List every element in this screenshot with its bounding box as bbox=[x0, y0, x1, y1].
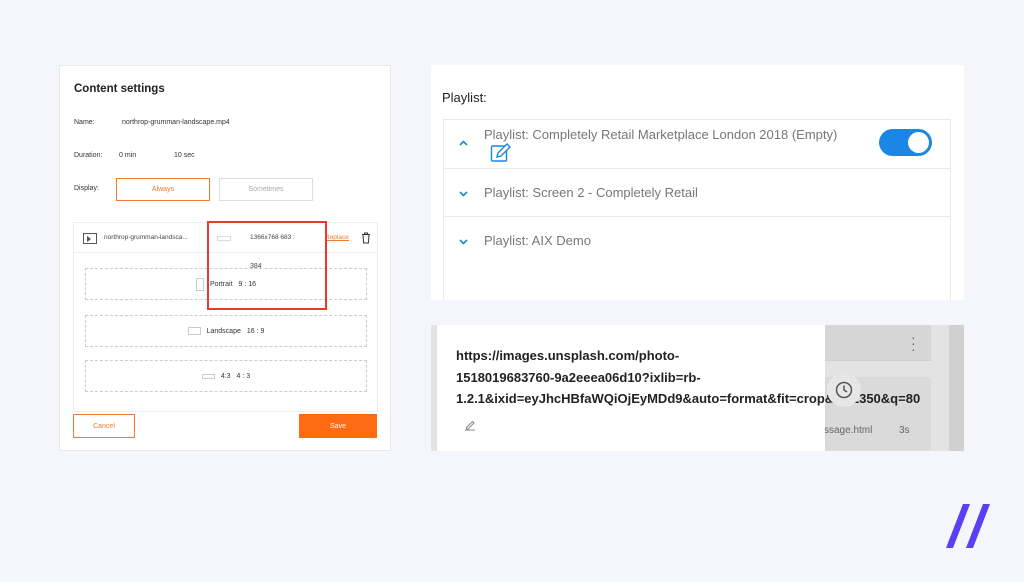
crop-option-name: 4:3 bbox=[220, 372, 231, 380]
crop-option-4-3[interactable]: 4:3 4 : 3 bbox=[85, 360, 367, 392]
playlist-panel: Playlist: Playlist: Completely Retail Ma… bbox=[431, 65, 964, 300]
replace-link[interactable]: Replace bbox=[325, 234, 349, 241]
playlist-item[interactable]: Playlist: AIX Demo bbox=[444, 217, 950, 301]
highlight-box bbox=[207, 221, 327, 310]
chevron-up-icon[interactable] bbox=[459, 139, 468, 148]
url-clip: https://images.unsplash.com/photo- 151801… bbox=[437, 325, 964, 451]
file-name: northrop-grumman-landsca... bbox=[104, 234, 188, 241]
ratio-4-3-shape-icon bbox=[201, 373, 215, 379]
landscape-shape-icon bbox=[187, 327, 201, 335]
cancel-button[interactable]: Cancel bbox=[73, 414, 135, 438]
duration-min-field[interactable]: 0 min bbox=[119, 152, 136, 159]
content-settings-title: Content settings bbox=[74, 83, 165, 95]
playlist-item-label: Playlist: AIX Demo bbox=[484, 233, 591, 248]
crop-option-landscape[interactable]: Landscape 16 : 9 bbox=[85, 315, 367, 347]
brand-logo bbox=[946, 504, 990, 548]
chevron-down-icon[interactable] bbox=[459, 237, 468, 246]
portrait-shape-icon bbox=[195, 277, 204, 291]
playlist-list: Playlist: Completely Retail Marketplace … bbox=[443, 119, 951, 300]
playlist-item[interactable]: Playlist: Screen 2 - Completely Retail bbox=[444, 169, 950, 217]
trash-icon[interactable] bbox=[361, 232, 371, 244]
playlist-item-label: Playlist: Screen 2 - Completely Retail bbox=[484, 185, 698, 200]
playlist-item[interactable]: Playlist: Completely Retail Marketplace … bbox=[444, 120, 950, 169]
url-card: https://images.unsplash.com/photo- 151801… bbox=[437, 325, 920, 451]
crop-option-ratio: 4 : 3 bbox=[236, 372, 251, 380]
url-line: 1.2.1&ixid=eyJhcHBfaWQiOjEyMDd9&auto=for… bbox=[456, 391, 921, 406]
url-line: https://images.unsplash.com/photo- bbox=[456, 348, 680, 363]
save-button[interactable]: Save bbox=[299, 414, 377, 438]
image-url-text: https://images.unsplash.com/photo- 151801… bbox=[456, 345, 964, 410]
duration-sec-field[interactable]: 10 sec bbox=[174, 152, 195, 159]
chevron-down-icon[interactable] bbox=[459, 189, 468, 198]
playlist-item-label: Playlist: Completely Retail Marketplace … bbox=[484, 127, 838, 142]
clock-icon[interactable] bbox=[827, 373, 861, 407]
toggle-knob bbox=[908, 132, 929, 153]
playlist-title: Playlist: bbox=[442, 90, 487, 105]
name-value: northrop-grumman-landscape.mp4 bbox=[122, 119, 230, 126]
display-always-button[interactable]: Always bbox=[116, 178, 210, 201]
display-sometimes-button[interactable]: Sometimes bbox=[219, 178, 313, 201]
name-label: Name: bbox=[74, 119, 95, 126]
pencil-icon[interactable] bbox=[464, 419, 476, 431]
url-line: 1518019683760-9a2eeea06d10?ixlib=rb- bbox=[456, 369, 701, 385]
edit-icon[interactable] bbox=[490, 143, 512, 163]
duration-label: Duration: bbox=[74, 152, 103, 159]
video-file-icon bbox=[83, 233, 97, 244]
display-label: Display: bbox=[74, 185, 99, 192]
crop-option-ratio: 16 : 9 bbox=[246, 327, 265, 335]
playlist-toggle[interactable] bbox=[879, 129, 932, 156]
crop-option-name: Landscape bbox=[206, 327, 241, 335]
